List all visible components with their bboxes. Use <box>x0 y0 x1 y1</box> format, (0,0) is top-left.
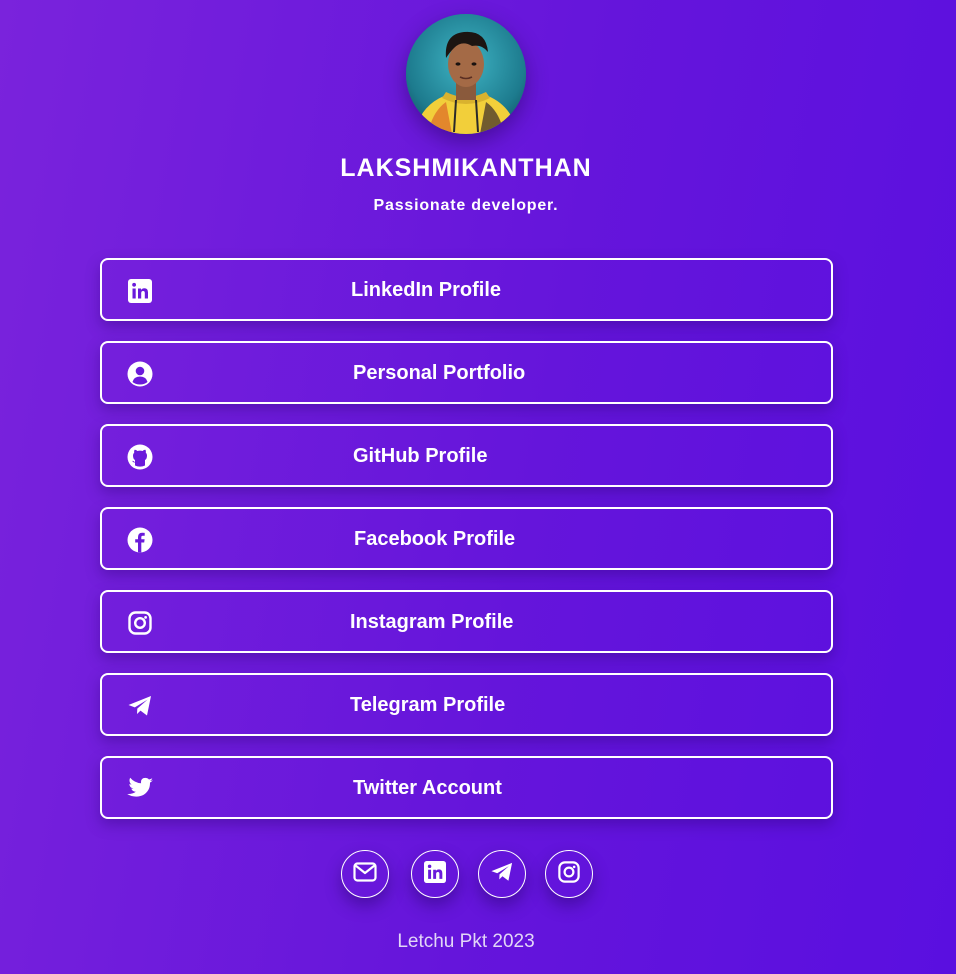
telegram-icon <box>126 692 154 720</box>
linkedin-icon <box>424 860 446 888</box>
link-list: LinkedIn Profile Personal Portfolio GitH… <box>100 258 833 839</box>
linkedin-profile-button[interactable]: LinkedIn Profile <box>100 258 833 321</box>
personal-portfolio-label: Personal Portfolio <box>353 362 526 384</box>
link-tree-page: LAKSHMIKANTHAN Passionate developer. Lin… <box>0 0 956 974</box>
telegram-social-button[interactable] <box>478 850 526 898</box>
footer-text: Letchu Pkt 2023 <box>397 931 535 952</box>
personal-portfolio-button[interactable]: Personal Portfolio <box>100 341 833 404</box>
linkedin-icon <box>126 277 154 305</box>
telegram-icon <box>490 861 514 888</box>
avatar <box>406 14 526 134</box>
twitter-icon <box>126 775 154 803</box>
mail-icon <box>353 861 377 887</box>
twitter-account-button[interactable]: Twitter Account <box>100 756 833 819</box>
facebook-icon <box>126 526 154 554</box>
profile-bio: Passionate developer. <box>373 197 559 214</box>
email-social-button[interactable] <box>341 850 389 898</box>
user-circle-icon <box>126 360 154 388</box>
telegram-profile-button[interactable]: Telegram Profile <box>100 673 833 736</box>
facebook-profile-button[interactable]: Facebook Profile <box>100 507 833 570</box>
github-profile-button[interactable]: GitHub Profile <box>100 424 833 487</box>
social-icon-row <box>341 850 601 900</box>
twitter-account-label: Twitter Account <box>353 777 502 799</box>
instagram-profile-label: Instagram Profile <box>350 611 514 633</box>
facebook-profile-label: Facebook Profile <box>354 528 516 550</box>
linkedin-social-button[interactable] <box>411 850 459 898</box>
instagram-icon <box>558 860 580 888</box>
instagram-social-button[interactable] <box>545 850 593 898</box>
instagram-icon <box>126 609 154 637</box>
github-icon <box>126 443 154 471</box>
github-profile-label: GitHub Profile <box>353 445 488 467</box>
telegram-profile-label: Telegram Profile <box>350 694 506 716</box>
instagram-profile-button[interactable]: Instagram Profile <box>100 590 833 653</box>
profile-name: LAKSHMIKANTHAN <box>340 154 592 182</box>
linkedin-profile-label: LinkedIn Profile <box>351 279 502 301</box>
